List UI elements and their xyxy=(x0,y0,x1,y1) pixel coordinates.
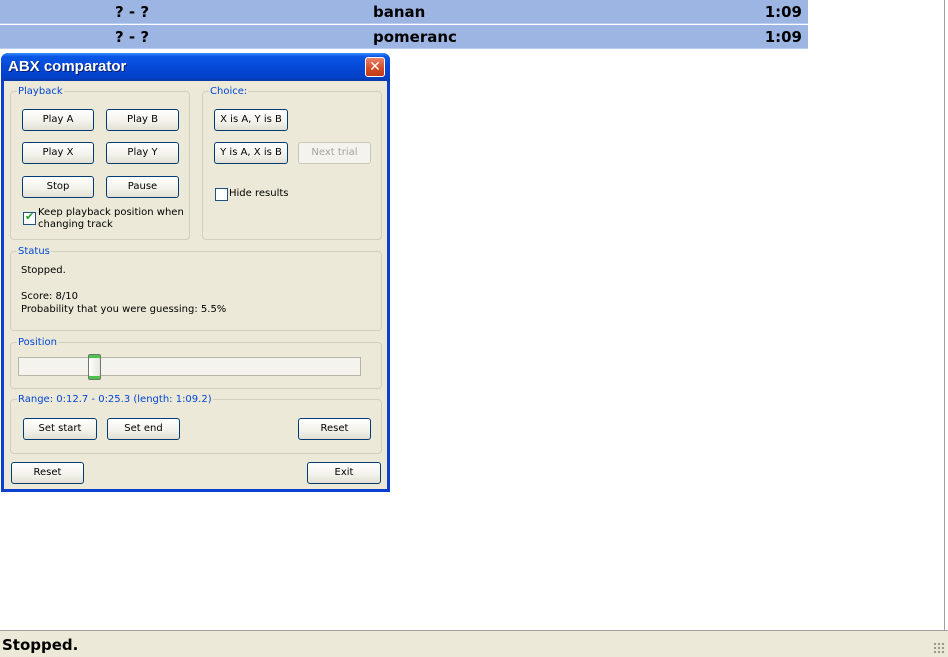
status-legend: Status xyxy=(18,246,50,257)
status-state: Stopped. xyxy=(21,265,66,276)
dialog-title: ABX comparator xyxy=(8,58,127,75)
keep-position-label: Keep playback position when changing tra… xyxy=(38,207,184,231)
play-y-button[interactable]: Play Y xyxy=(106,142,179,164)
status-group: Status xyxy=(10,246,382,331)
close-icon[interactable]: ✕ xyxy=(365,57,385,77)
range-reset-button[interactable]: Reset xyxy=(298,418,371,440)
status-score: Score: 8/10 xyxy=(21,291,79,302)
stop-button[interactable]: Stop xyxy=(22,176,94,198)
status-bar: Stopped. xyxy=(0,630,948,657)
checkmark-icon: ✔ xyxy=(25,210,35,223)
keep-position-label-line2: changing track xyxy=(38,219,113,230)
playlist-row-title: banan xyxy=(373,3,426,21)
choice-legend: Choice: xyxy=(210,86,248,97)
keep-position-checkbox[interactable]: ✔ xyxy=(23,210,36,225)
playlist-row-length: 1:09 xyxy=(764,28,802,46)
set-end-button[interactable]: Set end xyxy=(107,418,180,440)
window-edge xyxy=(944,0,945,630)
position-slider-track[interactable] xyxy=(18,357,361,376)
status-bar-text: Stopped. xyxy=(2,636,79,654)
playlist-row-title: pomeranc xyxy=(373,28,457,46)
playlist-row-artist: ? - ? xyxy=(115,28,150,46)
pause-button[interactable]: Pause xyxy=(106,176,179,198)
playlist-row-length: 1:09 xyxy=(764,3,802,21)
hide-results-label: Hide results xyxy=(229,188,289,199)
range-legend: Range: 0:12.7 - 0:25.3 (length: 1:09.2) xyxy=(18,394,212,405)
playlist-row[interactable]: ? - ? pomeranc 1:09 xyxy=(0,25,808,49)
position-legend: Position xyxy=(18,337,57,348)
dialog-client: Playback Play A Play B Play X Play Y Sto… xyxy=(4,81,387,489)
play-x-button[interactable]: Play X xyxy=(22,142,94,164)
x-is-a-button[interactable]: X is A, Y is B xyxy=(214,109,288,131)
footer-reset-button[interactable]: Reset xyxy=(11,462,84,484)
play-a-button[interactable]: Play A xyxy=(22,109,94,131)
keep-position-label-line1: Keep playback position when xyxy=(38,207,184,218)
position-slider-thumb[interactable] xyxy=(88,354,102,380)
dialog-titlebar[interactable]: ABX comparator ✕ xyxy=(1,53,390,81)
play-b-button[interactable]: Play B xyxy=(106,109,179,131)
set-start-button[interactable]: Set start xyxy=(23,418,97,440)
status-probability: Probability that you were guessing: 5.5% xyxy=(21,304,227,315)
playlist: ? - ? banan 1:09 ? - ? pomeranc 1:09 xyxy=(0,0,808,49)
exit-button[interactable]: Exit xyxy=(307,462,381,484)
resize-grip-icon[interactable] xyxy=(933,642,945,654)
playlist-row-artist: ? - ? xyxy=(115,3,150,21)
playback-legend: Playback xyxy=(18,86,63,97)
playlist-row[interactable]: ? - ? banan 1:09 xyxy=(0,0,808,24)
abx-dialog: ABX comparator ✕ Playback Play A Play B … xyxy=(1,53,390,492)
next-trial-button[interactable]: Next trial xyxy=(298,142,371,164)
hide-results-checkbox[interactable] xyxy=(215,188,228,201)
y-is-a-button[interactable]: Y is A, X is B xyxy=(214,142,288,164)
